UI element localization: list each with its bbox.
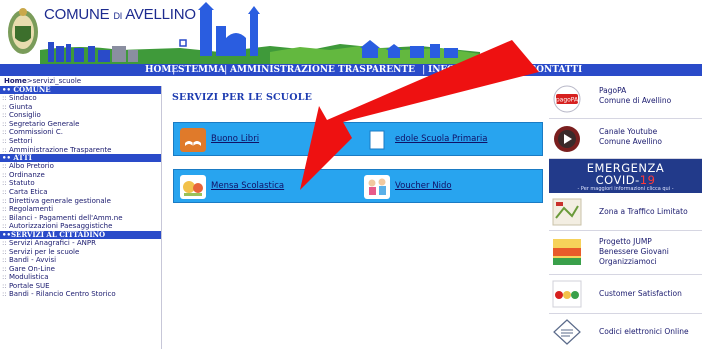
sidebar-item-bandi-avvisi[interactable]: :: Bandi - Avvisi [0,256,161,265]
codici-label: Codici elettronici Online [599,327,689,336]
tile-mensa-scolastica[interactable]: Mensa Scolastica [178,174,348,200]
services-panel-row-1: Buono Libri edole Scuola Primaria [173,122,543,156]
left-sidebar: •• COMUNE :: Sindaco :: Giunta :: Consig… [0,86,162,349]
sidebar-item-statuto[interactable]: :: Statuto [0,179,161,188]
sidebar-item-servizi-scuole[interactable]: :: Servizi per le scuole [0,248,161,257]
document-code-icon [553,319,581,345]
sidebar-item-modulistica[interactable]: :: Modulistica [0,273,161,282]
sidebar-item-giunta[interactable]: :: Giunta [0,103,161,112]
avellino-crest-logo[interactable] [6,4,40,60]
site-title[interactable]: COMUNE DI AVELLINO [44,6,196,23]
jump-subtitle: Benessere Giovani [599,247,669,256]
nav-separator: | [520,65,524,75]
nav-separator: | [224,65,228,75]
children-icon [364,175,390,199]
main-navbar: HOME | STEMMA | AMMINISTRAZIONE TRASPARE… [0,64,702,76]
covid-emergency-banner[interactable]: EMERGENZA COVID-19 - Per maggiori inform… [549,159,702,193]
services-panel-row-2: Mensa Scolastica Voucher Nido [173,169,543,203]
covid-banner-line2: COVID-19 [595,173,656,187]
smiley-faces-icon [552,280,582,308]
youtube-subtitle: Comune Avellino [599,137,662,146]
sidebar-item-direttiva[interactable]: :: Direttiva generale gestionale [0,197,161,206]
site-title-comune: COMUNE [44,6,110,23]
tile-cedole-label: edole Scuola Primaria [395,134,488,144]
tile-voucher-label: Voucher Nido [395,181,452,191]
sidebar-item-sindaco[interactable]: :: Sindaco [0,94,161,103]
sidebar-item-albo-pretorio[interactable]: :: Albo Pretorio [0,162,161,171]
tile-cedole-scuola-primaria[interactable]: edole Scuola Primaria [362,127,540,153]
link-youtube[interactable]: Canale Youtube Comune Avellino [549,119,702,159]
jump-project-icon [553,239,581,265]
nav-contatti[interactable]: CONTATTI [529,64,582,76]
pagopa-title: PagoPA [599,86,627,95]
nav-stemma[interactable]: STEMMA [178,64,225,76]
page-title: SERVIZI PER LE SCUOLE [172,92,313,103]
sidebar-section-servizi: ••SERVIZI AL CITTADINO [0,230,161,239]
sidebar-item-commissioni[interactable]: :: Commissioni C. [0,128,161,137]
sidebar-item-consiglio[interactable]: :: Consiglio [0,111,161,120]
sidebar-item-bandi-rilancio[interactable]: :: Bandi - Rilancio Centro Storico [0,290,161,299]
site-header: COMUNE DI AVELLINO [0,0,702,66]
covid-banner-line1: EMERGENZA [586,161,665,175]
site-title-city: AVELLINO [125,6,196,23]
tile-buono-libri-label: Buono Libri [211,134,260,144]
customer-label: Customer Satisfaction [599,289,682,298]
jump-subtitle-2: Organizziamoci [599,257,657,266]
youtube-play-icon [554,126,580,152]
sidebar-item-carta-etica[interactable]: :: Carta Etica [0,188,161,197]
sidebar-section-comune: •• COMUNE [0,86,161,94]
link-codici-elettronici[interactable]: Codici elettronici Online [549,314,702,349]
jump-title: Progetto JUMP [599,237,652,246]
tile-mensa-label: Mensa Scolastica [211,181,285,191]
sidebar-item-segretario-generale[interactable]: :: Segretario Generale [0,120,161,129]
nav-separator: | [422,65,426,75]
link-pagopa[interactable]: pagoPA PagoPA Comune di Avellino [549,80,702,119]
nav-separator: | [172,65,176,75]
svg-text:pagoPA: pagoPA [556,97,579,104]
sidebar-item-regolamenti[interactable]: :: Regolamenti [0,205,161,214]
pagopa-logo-icon: pagoPA [553,85,581,113]
breadcrumb-home[interactable]: Home [4,77,27,85]
book-icon [180,128,206,152]
site-title-di: DI [113,11,123,21]
ztl-label: Zona a Traffico Limitato [599,207,688,216]
covid-banner-info: - Per maggiori informazioni clicca qui - [577,186,674,192]
sidebar-item-servizi-anagrafici[interactable]: :: Servizi Anagrafici - ANPR [0,239,161,248]
sidebar-item-portale-sue[interactable]: :: Portale SUE [0,282,161,291]
link-progetto-jump[interactable]: Progetto JUMP Benessere Giovani Organizz… [549,231,702,275]
sidebar-item-gare-online[interactable]: :: Gare On-Line [0,265,161,274]
link-customer-satisfaction[interactable]: Customer Satisfaction [549,275,702,314]
tile-buono-libri[interactable]: Buono Libri [178,127,348,153]
tile-voucher-nido[interactable]: Voucher Nido [362,174,540,200]
sidebar-item-ordinanze[interactable]: :: Ordinanze [0,171,161,180]
sidebar-section-atti: •• ATTI [0,154,161,163]
nav-informa[interactable]: INFORMA [428,64,479,76]
nav-amministrazione-trasparente[interactable]: AMMINISTRAZIONE TRASPARENTE [230,64,415,76]
youtube-title: Canale Youtube [599,127,658,136]
breadcrumb-current: >servizi_scuole [26,77,82,85]
sidebar-item-settori[interactable]: :: Settori [0,137,161,146]
meal-icon [180,175,206,199]
right-column: pagoPA PagoPA Comune di Avellino Canale … [549,80,702,349]
link-ztl[interactable]: Zona a Traffico Limitato [549,193,702,231]
pagopa-subtitle: Comune di Avellino [599,96,672,105]
ztl-map-icon [552,198,582,226]
document-icon [369,130,385,150]
sidebar-item-bilanci[interactable]: :: Bilanci - Pagamenti dell'Amm.ne [0,214,161,223]
